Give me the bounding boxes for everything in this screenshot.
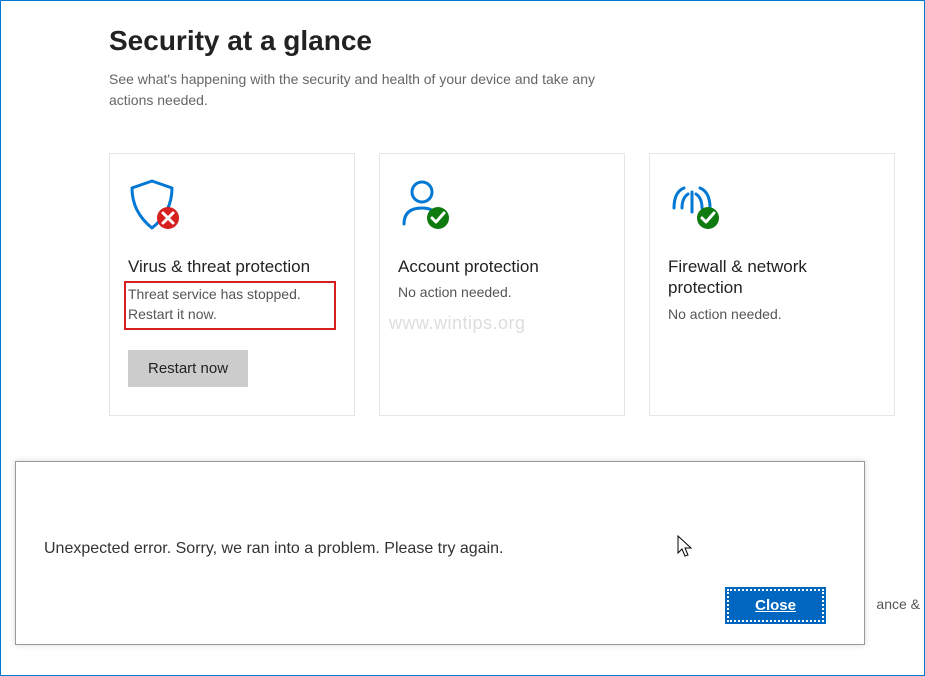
page-title: Security at a glance (109, 25, 924, 57)
tile-virus-threat-protection[interactable]: Virus & threat protection Threat service… (109, 153, 355, 416)
page-subtitle: See what's happening with the security a… (109, 69, 629, 111)
tile-status: No action needed. (398, 283, 606, 303)
tile-title: Firewall & network protection (668, 256, 876, 299)
tile-firewall-network-protection[interactable]: Firewall & network protection No action … (649, 153, 895, 416)
error-dialog-message: Unexpected error. Sorry, we ran into a p… (16, 462, 864, 558)
tile-title: Virus & threat protection (128, 256, 336, 277)
tile-status: Threat service has stopped. Restart it n… (128, 285, 328, 324)
shield-error-icon (128, 178, 184, 234)
tiles-container: Virus & threat protection Threat service… (109, 153, 924, 416)
person-ok-icon (398, 178, 454, 234)
close-button[interactable]: Close (727, 589, 824, 622)
error-dialog: Unexpected error. Sorry, we ran into a p… (15, 461, 865, 645)
tile-title: Account protection (398, 256, 606, 277)
tile-account-protection[interactable]: Account protection No action needed. (379, 153, 625, 416)
status-error-highlight: Threat service has stopped. Restart it n… (124, 281, 336, 330)
restart-now-button[interactable]: Restart now (128, 350, 248, 387)
background-peek-text: ance & (860, 595, 920, 614)
tile-status: No action needed. (668, 305, 876, 325)
network-ok-icon (668, 178, 724, 234)
